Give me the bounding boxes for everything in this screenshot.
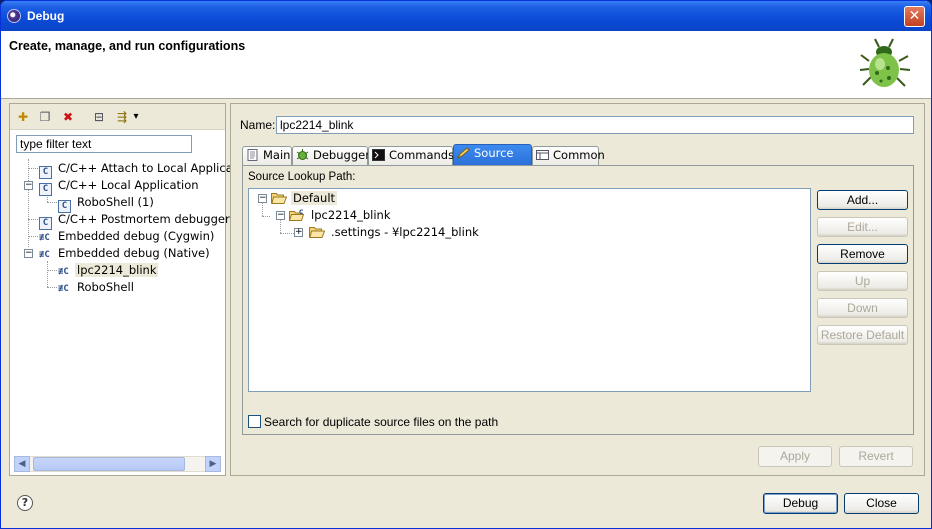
scroll-left-icon[interactable]: ◀ [14,456,30,472]
c-project-icon: C [289,209,305,221]
edit-button[interactable]: Edit... [817,217,908,237]
tree-item-roboshell-1[interactable]: C RoboShell (1) [58,194,156,213]
source-lookup-tree[interactable]: − Default − Clpc2214_blink + .settings -… [248,188,811,392]
name-field[interactable]: lpc2214_blink [276,116,914,134]
lookup-item-project[interactable]: Clpc2214_blink [289,207,392,224]
restore-default-button[interactable]: Restore Default [817,325,908,345]
svg-text:C: C [299,209,304,216]
name-label: Name: [240,118,276,132]
tree-item-attach-local[interactable]: C C/C++ Attach to Local Applicat [39,160,239,179]
banner: Create, manage, and run configurations [1,31,931,99]
debugger-tab-icon [296,149,309,160]
common-tab-icon [536,150,549,160]
source-tab-panel: Source Lookup Path: − Default − Clpc2214… [242,165,914,435]
tree-item-roboshell[interactable]: ≢C RoboShell [58,279,136,296]
expand-toggle-local-app[interactable]: − [24,181,33,190]
tree-item-embedded-cygwin[interactable]: ≢C Embedded debug (Cygwin) [39,228,216,245]
configuration-list-pane: ✚ ❐ ✖ ⊟ ⇶ ▾ type filter text − − C C/C++ … [9,103,237,476]
tree-item-lpc2214-blink[interactable]: ≢C lpc2214_blink [58,262,159,279]
horizontal-scrollbar[interactable]: ◀ ▶ [14,456,221,472]
expand-toggle-native[interactable]: − [24,249,33,258]
debug-button[interactable]: Debug [763,493,838,514]
commands-tab-icon [372,149,385,161]
duplicate-search-option[interactable]: Search for duplicate source files on the… [248,415,498,429]
up-button[interactable]: Up [817,271,908,291]
lookup-item-default[interactable]: Default [271,190,338,207]
embedded-icon: ≢C [39,250,50,260]
filter-icon[interactable]: ⇶ [114,109,130,125]
tab-commands[interactable]: Commands [368,146,454,165]
add-button[interactable]: Add... [817,190,908,210]
embedded-icon: ≢C [58,284,69,294]
close-button[interactable]: Close [844,493,919,514]
tab-main[interactable]: Main [242,146,292,165]
new-config-icon[interactable]: ✚ [15,109,31,125]
filter-dropdown-icon[interactable]: ▾ [131,109,141,125]
config-toolbar: ✚ ❐ ✖ ⊟ ⇶ ▾ [10,104,225,130]
apply-button[interactable]: Apply [758,446,832,467]
folder-icon [309,227,325,238]
duplicate-icon[interactable]: ❐ [37,109,53,125]
help-icon[interactable]: ? [17,495,33,511]
down-button[interactable]: Down [817,298,908,318]
close-window-button[interactable]: ✕ [904,6,925,27]
duplicate-search-checkbox[interactable] [248,415,261,428]
source-lookup-label: Source Lookup Path: [248,171,356,183]
revert-button[interactable]: Revert [839,446,913,467]
window-title: Debug [27,9,65,23]
main-tab-icon [247,149,258,161]
source-tab-icon [457,147,470,159]
eclipse-icon [7,9,21,23]
tab-common[interactable]: Common [532,146,605,165]
embedded-icon: ≢C [39,233,50,243]
tree-item-local-application[interactable]: C C/C++ Local Application [39,177,201,196]
duplicate-search-label: Search for duplicate source files on the… [264,415,499,429]
remove-button[interactable]: Remove [817,244,908,264]
delete-icon[interactable]: ✖ [60,109,76,125]
bug-icon [859,38,911,87]
open-folder-icon [271,193,287,204]
embedded-icon: ≢C [58,267,69,277]
collapse-all-icon[interactable]: ⊟ [91,109,107,125]
scroll-thumb[interactable] [33,457,185,471]
title-bar[interactable]: Debug ✕ [1,1,931,31]
scroll-right-icon[interactable]: ▶ [205,456,221,472]
tab-source[interactable]: Source [453,144,532,166]
expand-toggle-lpc2214[interactable]: − [276,211,285,220]
banner-title: Create, manage, and run configurations [9,39,246,53]
expand-toggle-settings[interactable]: + [294,228,303,237]
filter-input[interactable]: type filter text [16,135,192,153]
debug-dialog: Debug ✕ Create, manage, and run configur… [0,0,932,529]
tree-item-embedded-native[interactable]: ≢C Embedded debug (Native) [39,245,212,262]
tree-item-postmortem[interactable]: C C/C++ Postmortem debugger [39,211,232,230]
tab-debugger[interactable]: Debugger [292,146,370,165]
configuration-editor: Name: lpc2214_blink Main Debugger Comman… [230,103,925,476]
lookup-item-settings[interactable]: .settings - ¥lpc2214_blink [309,224,481,241]
c-app-icon: C [39,183,52,196]
expand-toggle-default[interactable]: − [258,194,267,203]
